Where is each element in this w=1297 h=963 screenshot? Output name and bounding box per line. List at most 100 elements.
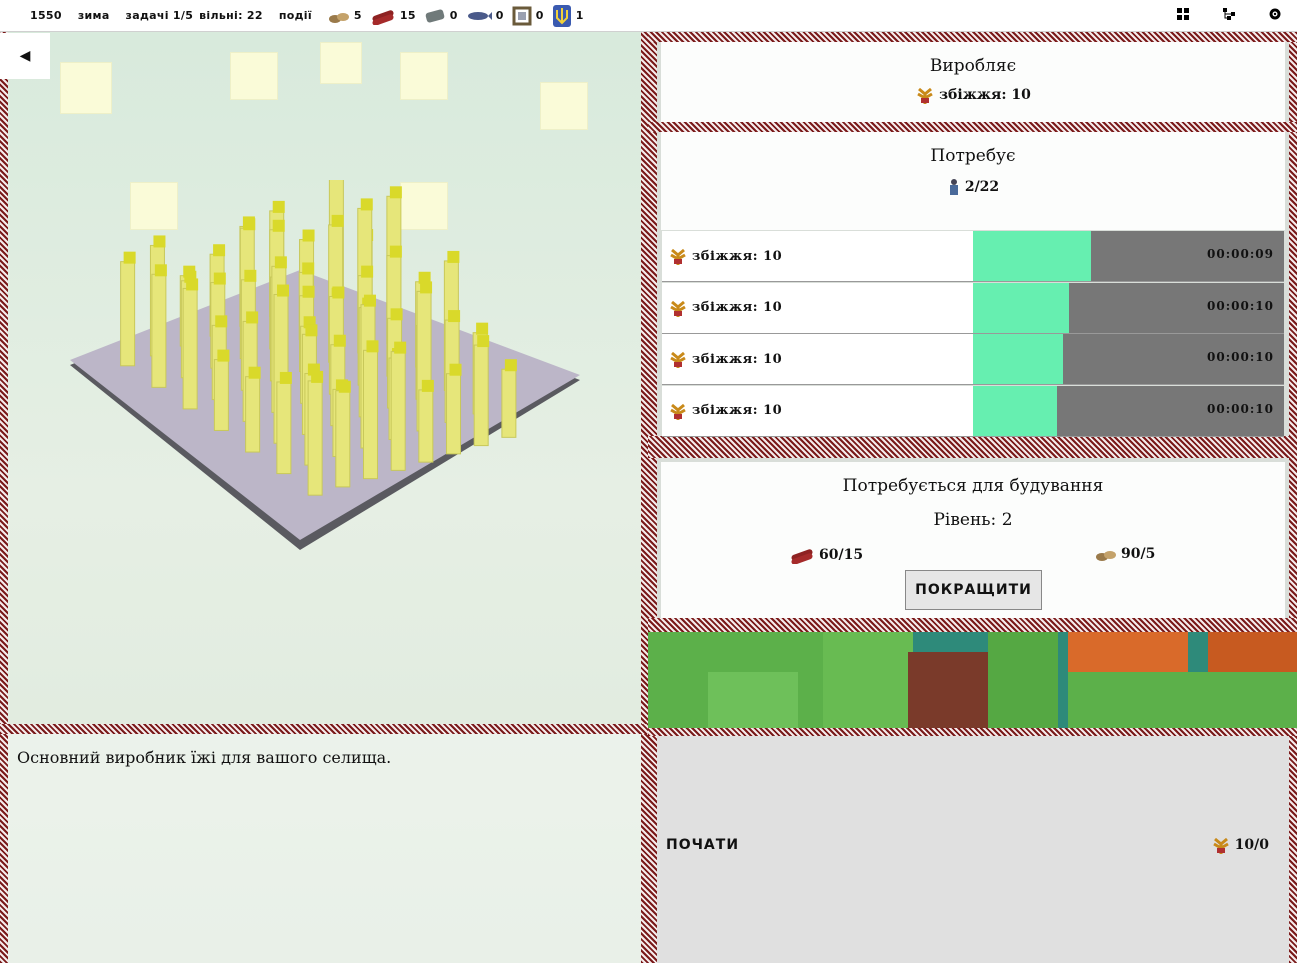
wheat-head (331, 214, 344, 227)
wheat-stalk (362, 349, 378, 480)
wheat-head (421, 379, 434, 392)
resource-fish: 0 (466, 9, 504, 23)
queue-item-label: збіжжя: 10 (662, 247, 978, 265)
wheat-head (389, 186, 402, 199)
build-food-cost: 90/5 (1095, 546, 1155, 562)
wood-logs-icon (372, 9, 394, 25)
back-button[interactable]: ◀ (0, 33, 50, 79)
scene-preview-strip (648, 632, 1297, 728)
wheat-icon (670, 403, 686, 420)
wheat-head (186, 278, 199, 291)
start-button[interactable]: ПОЧАТИ (666, 837, 739, 853)
queue-timer: 00:00:10 (1207, 401, 1274, 416)
wheat-stalk (390, 351, 406, 471)
wheat-head (390, 308, 403, 321)
queue-timer: 00:00:10 (1207, 298, 1274, 313)
queue-item-label: збіжжя: 10 (662, 350, 978, 368)
build-wood-cost: 60/15 (789, 546, 863, 564)
year-label: 1550 (30, 9, 62, 22)
wheat-head (333, 334, 346, 347)
description-panel: Основний виробник їжі для вашого селища. (8, 734, 641, 963)
queue-progress-bar: 00:00:09 (973, 231, 1284, 281)
wheat-head (389, 245, 402, 258)
wheat-head (305, 324, 318, 337)
wheat-head (302, 285, 315, 298)
start-cost: 10/0 (1211, 836, 1269, 854)
wheat-head (420, 281, 433, 294)
build-level: Рівень: 2 (933, 510, 1013, 530)
queue-progress-bar: 00:00:10 (973, 334, 1284, 384)
wood-logs-icon (791, 549, 813, 564)
wheat-icon (670, 300, 686, 317)
wheat-stalk (418, 389, 434, 463)
wheat-head (123, 251, 136, 264)
wheat-head (302, 262, 315, 275)
tasks-label[interactable]: задачі 1/5 (126, 9, 194, 22)
wheat-head (311, 370, 324, 383)
trident-icon (552, 4, 571, 27)
queue-timer: 00:00:10 (1207, 350, 1274, 364)
wheat-head (274, 256, 287, 269)
wheat-icon (670, 351, 686, 368)
wheat-stalk (446, 373, 462, 455)
top-right-icons (1177, 8, 1281, 20)
events-label[interactable]: події (279, 9, 312, 22)
wheat-head (244, 269, 257, 282)
wheat-head (361, 265, 374, 278)
wheat-head (477, 335, 490, 348)
produces-panel: Виробляє збіжжя: 10 (661, 42, 1285, 122)
wheat-head (243, 218, 256, 231)
chevron-left-icon: ◀ (19, 48, 31, 64)
wheat-stalk (213, 359, 229, 431)
wheat-field-model (70, 180, 580, 550)
wheat-head (504, 359, 517, 372)
wheat-head (360, 198, 373, 211)
wheat-head (366, 340, 379, 353)
wheat-head (272, 219, 285, 232)
wheat-stalk (501, 368, 517, 438)
wheat-icon (670, 248, 686, 265)
start-panel: ПОЧАТИ 10/0 (657, 736, 1289, 963)
wheat-head (448, 310, 461, 323)
food-sacks-icon (328, 12, 349, 23)
wheat-stalk (335, 390, 351, 488)
resource-wood: 15 (370, 7, 416, 25)
wheat-head (213, 272, 226, 285)
queue-row: збіжжя: 10 00:00:10 (662, 385, 1284, 437)
tree-structure-icon[interactable] (1223, 8, 1235, 20)
wheat-head (332, 286, 345, 299)
produces-title: Виробляє (929, 56, 1017, 76)
wheat-icon (1212, 837, 1229, 854)
top-bar: 1550 зима задачі 1/5 вільні: 22 події 5 … (0, 0, 1297, 32)
wheat-head (476, 322, 489, 335)
wheat-head (447, 250, 460, 263)
queue-row: збіжжя: 10 00:00:09 (662, 231, 1284, 282)
wheat-head (394, 341, 407, 354)
grid-icon[interactable] (1177, 8, 1189, 20)
worker-icon (949, 179, 958, 195)
upgrade-button[interactable]: ПОКРАЩИТИ (905, 570, 1042, 610)
wheat-icon (917, 87, 933, 104)
queue-progress-fill (973, 282, 1070, 333)
gear-icon[interactable] (1269, 8, 1281, 20)
season-label[interactable]: зима (78, 9, 110, 22)
free-workers-label: вільні: 22 (199, 9, 263, 22)
needs-workers: 2/22 (661, 178, 1285, 196)
resource-frame: 0 (512, 6, 544, 26)
queue-timer: 00:00:09 (1207, 247, 1274, 261)
wheat-head (449, 363, 462, 376)
wheat-head (248, 366, 261, 379)
produces-item: збіжжя: 10 (661, 86, 1285, 104)
queue-row: збіжжя: 10 00:00:10 (662, 334, 1284, 385)
wheat-head (279, 371, 292, 384)
wheat-stalk (151, 273, 167, 388)
wheat-head (217, 349, 230, 362)
queue-row: збіжжя: 10 00:00:10 (662, 282, 1284, 334)
wheat-stalk (276, 381, 292, 475)
fish-icon (467, 11, 492, 20)
queue-item-label: збіжжя: 10 (662, 402, 978, 420)
resource-stone: 0 (424, 7, 458, 25)
food-sacks-icon (1096, 551, 1116, 561)
wheat-head (277, 284, 290, 297)
wheat-stalk (245, 376, 261, 453)
